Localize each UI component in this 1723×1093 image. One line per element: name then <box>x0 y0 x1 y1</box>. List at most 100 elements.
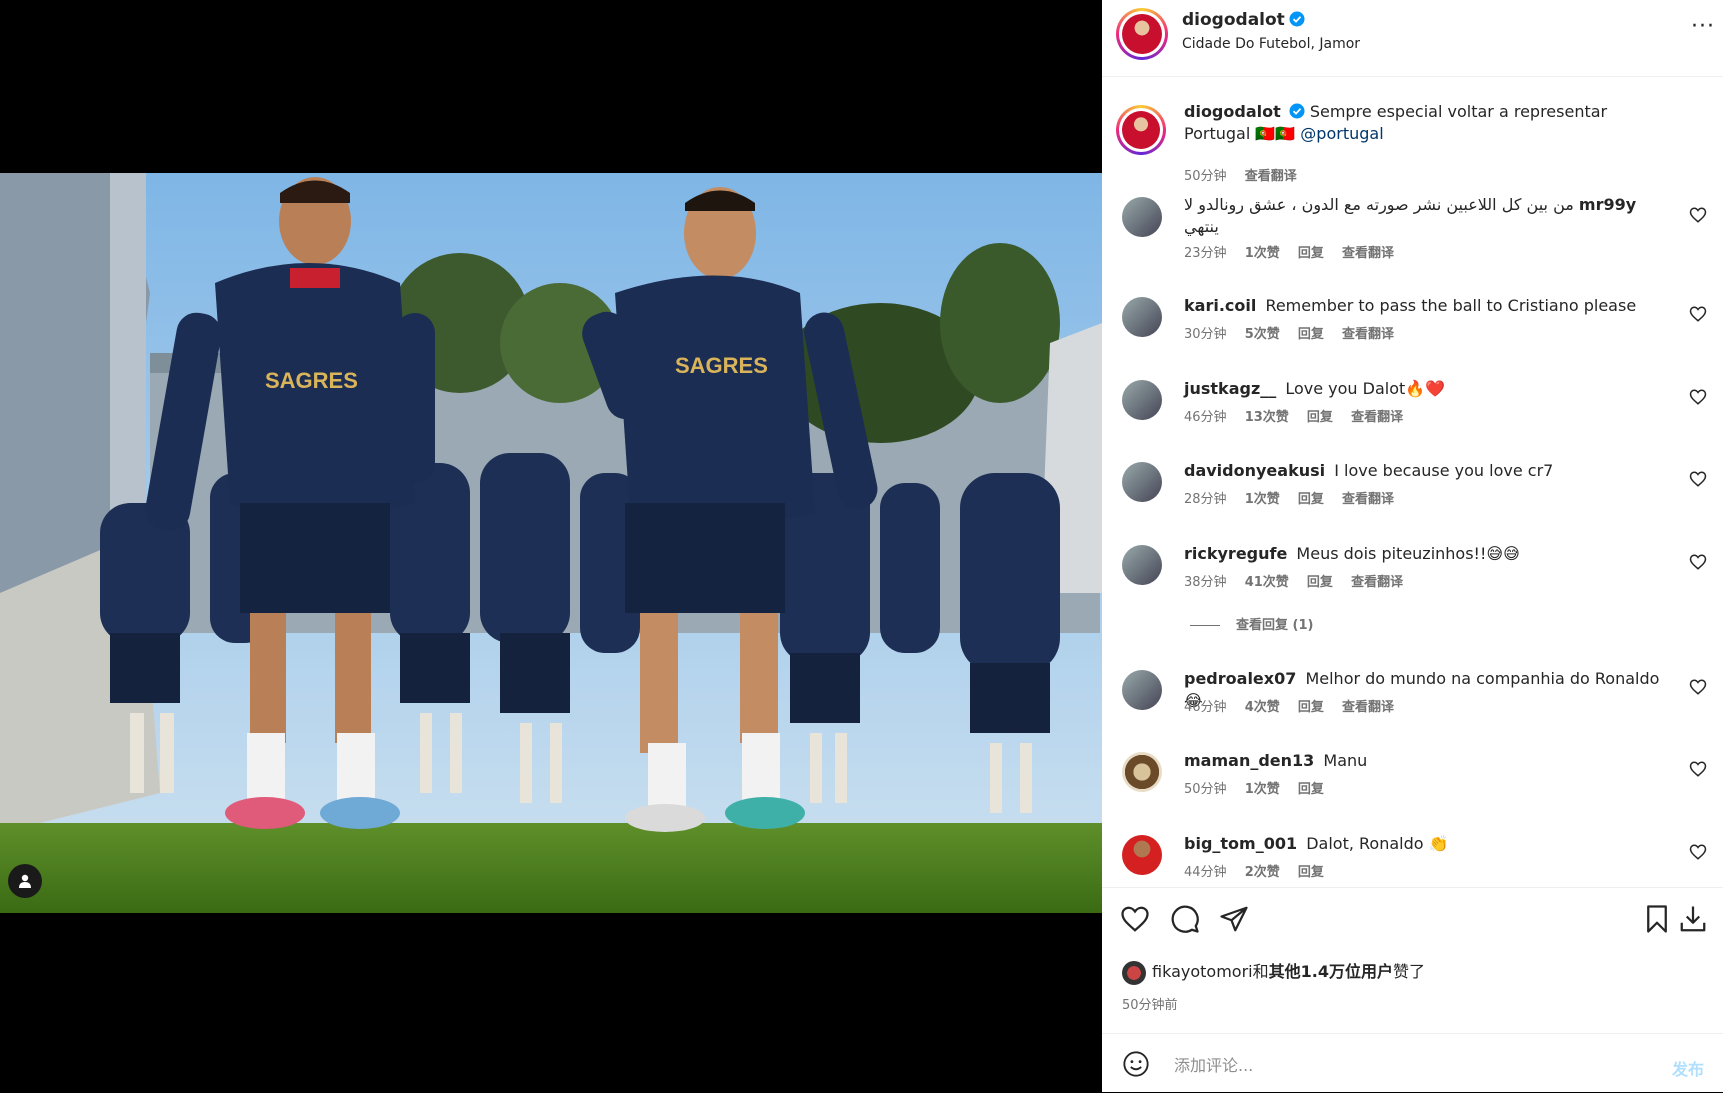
comment-meta: 28分钟 1次赞 回复 查看翻译 <box>1184 488 1408 507</box>
download-icon[interactable] <box>1678 904 1708 934</box>
post-timestamp[interactable]: 50分钟前 <box>1122 994 1178 1013</box>
user-tag-button[interactable] <box>8 864 42 898</box>
caption-text-block: diogodalot Sempre especial voltar a repr… <box>1184 101 1654 145</box>
bookmark-icon[interactable] <box>1642 904 1672 934</box>
comment-likes[interactable]: 1次赞 <box>1245 246 1280 261</box>
author-avatar[interactable] <box>1116 8 1168 60</box>
comment-likes[interactable]: 1次赞 <box>1245 492 1280 507</box>
comment-text: Meus dois piteuzinhos!!😅😅 <box>1296 544 1520 563</box>
reply-link[interactable]: 回复 <box>1298 782 1324 797</box>
comment-heart-icon[interactable] <box>1689 206 1707 224</box>
commenter-avatar[interactable] <box>1122 197 1162 237</box>
post-action-bar <box>1102 887 1723 948</box>
comment-row: kari.coil Remember to pass the ball to C… <box>1102 295 1723 355</box>
reply-link[interactable]: 回复 <box>1298 246 1324 261</box>
commenter-avatar[interactable] <box>1122 752 1162 792</box>
comment-row: justkagz__ Love you Dalot🔥❤️ 46分钟 13次赞 回… <box>1102 378 1723 438</box>
comment-text: I love because you love cr7 <box>1334 461 1554 480</box>
comment-time: 28分钟 <box>1184 492 1227 507</box>
caption-meta: 50分钟 查看翻译 <box>1184 165 1311 184</box>
comment-text-block: davidonyeakusi I love because you love c… <box>1184 460 1654 482</box>
translate-link[interactable]: 查看翻译 <box>1342 327 1394 342</box>
comment-meta: 46分钟 4次赞 回复 查看翻译 <box>1184 696 1408 715</box>
share-icon[interactable] <box>1219 904 1249 934</box>
more-options-button[interactable]: ··· <box>1688 16 1718 44</box>
comment-row: rickyregufe Meus dois piteuzinhos!!😅😅 38… <box>1102 543 1723 643</box>
translate-link[interactable]: 查看翻译 <box>1342 246 1394 261</box>
reply-link[interactable]: 回复 <box>1307 410 1333 425</box>
comment-likes[interactable]: 4次赞 <box>1245 700 1280 715</box>
comment-meta: 46分钟 13次赞 回复 查看翻译 <box>1184 406 1417 425</box>
comment-text-block: big_tom_001 Dalot, Ronaldo 👏 <box>1184 833 1654 855</box>
comment-likes[interactable]: 13次赞 <box>1245 410 1289 425</box>
reply-link[interactable]: 回复 <box>1298 492 1324 507</box>
add-comment-bar: 发布 <box>1102 1033 1723 1093</box>
comment-meta: 30分钟 5次赞 回复 查看翻译 <box>1184 323 1408 342</box>
comment-username[interactable]: davidonyeakusi <box>1184 461 1325 480</box>
heart-icon[interactable] <box>1120 904 1150 934</box>
reply-link[interactable]: 回复 <box>1298 700 1324 715</box>
post-media: SAGRES SAGRES <box>0 0 1102 1092</box>
commenter-avatar[interactable] <box>1122 545 1162 585</box>
comment-likes[interactable]: 2次赞 <box>1245 865 1280 880</box>
comment-heart-icon[interactable] <box>1689 678 1707 696</box>
comment-heart-icon[interactable] <box>1689 843 1707 861</box>
comment-likes[interactable]: 41次赞 <box>1245 575 1289 590</box>
comment-heart-icon[interactable] <box>1689 388 1707 406</box>
post-comment-button[interactable]: 发布 <box>1672 1056 1704 1080</box>
comment-row: davidonyeakusi I love because you love c… <box>1102 460 1723 520</box>
comment-time: 38分钟 <box>1184 575 1227 590</box>
comment-text: Dalot, Ronaldo 👏 <box>1306 834 1449 853</box>
reply-link[interactable]: 回复 <box>1298 327 1324 342</box>
comment-username[interactable]: mr99y <box>1579 195 1636 214</box>
translate-link[interactable]: 查看翻译 <box>1351 575 1403 590</box>
translate-link[interactable]: 查看翻译 <box>1342 700 1394 715</box>
translate-link[interactable]: 查看翻译 <box>1351 410 1403 425</box>
comment-text-block: mr99y من بين كل اللاعبين نشر صورته مع ال… <box>1184 194 1654 238</box>
author-username[interactable]: diogodalot <box>1182 10 1285 30</box>
comment-text: Love you Dalot🔥❤️ <box>1285 379 1446 398</box>
comment-username[interactable]: kari.coil <box>1184 296 1256 315</box>
comment-text: من بين كل اللاعبين نشر صورته مع الدون ، … <box>1184 195 1574 236</box>
reply-link[interactable]: 回复 <box>1307 575 1333 590</box>
caption-translate-link[interactable]: 查看翻译 <box>1245 169 1297 184</box>
comment-likes[interactable]: 1次赞 <box>1245 782 1280 797</box>
comment-username[interactable]: rickyregufe <box>1184 544 1287 563</box>
caption-time: 50分钟 <box>1184 169 1227 184</box>
comment-heart-icon[interactable] <box>1689 470 1707 488</box>
comment-time: 50分钟 <box>1184 782 1227 797</box>
comment-username[interactable]: pedroalex07 <box>1184 669 1296 688</box>
commenter-avatar[interactable] <box>1122 380 1162 420</box>
liker-avatar[interactable] <box>1122 960 1146 985</box>
comment-input[interactable] <box>1172 1048 1636 1082</box>
comment-row: big_tom_001 Dalot, Ronaldo 👏 44分钟 2次赞 回复 <box>1102 833 1723 887</box>
comment-text-block: rickyregufe Meus dois piteuzinhos!!😅😅 <box>1184 543 1654 565</box>
commenter-avatar[interactable] <box>1122 462 1162 502</box>
comment-heart-icon[interactable] <box>1689 305 1707 323</box>
comment-heart-icon[interactable] <box>1689 760 1707 778</box>
translate-link[interactable]: 查看翻译 <box>1342 492 1394 507</box>
view-replies-link[interactable]: 查看回复 (1) <box>1190 614 1313 633</box>
post-photo[interactable]: SAGRES SAGRES <box>0 173 1102 913</box>
comment-icon[interactable] <box>1170 904 1200 934</box>
comment-row: mr99y من بين كل اللاعبين نشر صورته مع ال… <box>1102 192 1723 272</box>
comment-username[interactable]: big_tom_001 <box>1184 834 1297 853</box>
commenter-avatar[interactable] <box>1122 670 1162 710</box>
comment-username[interactable]: maman_den13 <box>1184 751 1314 770</box>
comment-heart-icon[interactable] <box>1689 553 1707 571</box>
caption-author[interactable]: diogodalot <box>1184 102 1281 121</box>
comment-likes[interactable]: 5次赞 <box>1245 327 1280 342</box>
commenter-avatar[interactable] <box>1122 835 1162 875</box>
emoji-icon[interactable] <box>1122 1050 1150 1078</box>
comment-text-block: justkagz__ Love you Dalot🔥❤️ <box>1184 378 1654 400</box>
liker-username[interactable]: fikayotomori <box>1152 962 1253 981</box>
comments-list[interactable]: diogodalot Sempre especial voltar a repr… <box>1102 77 1723 887</box>
svg-text:SAGRES: SAGRES <box>675 353 768 378</box>
post-location[interactable]: Cidade Do Futebol, Jamor <box>1182 36 1360 52</box>
reply-link[interactable]: 回复 <box>1298 865 1324 880</box>
likes-others-link[interactable]: 其他1.4万位用户 <box>1269 962 1393 981</box>
caption-mention[interactable]: @portugal <box>1300 124 1383 143</box>
commenter-avatar[interactable] <box>1122 297 1162 337</box>
comment-username[interactable]: justkagz__ <box>1184 379 1276 398</box>
caption-author-avatar[interactable] <box>1116 105 1166 155</box>
